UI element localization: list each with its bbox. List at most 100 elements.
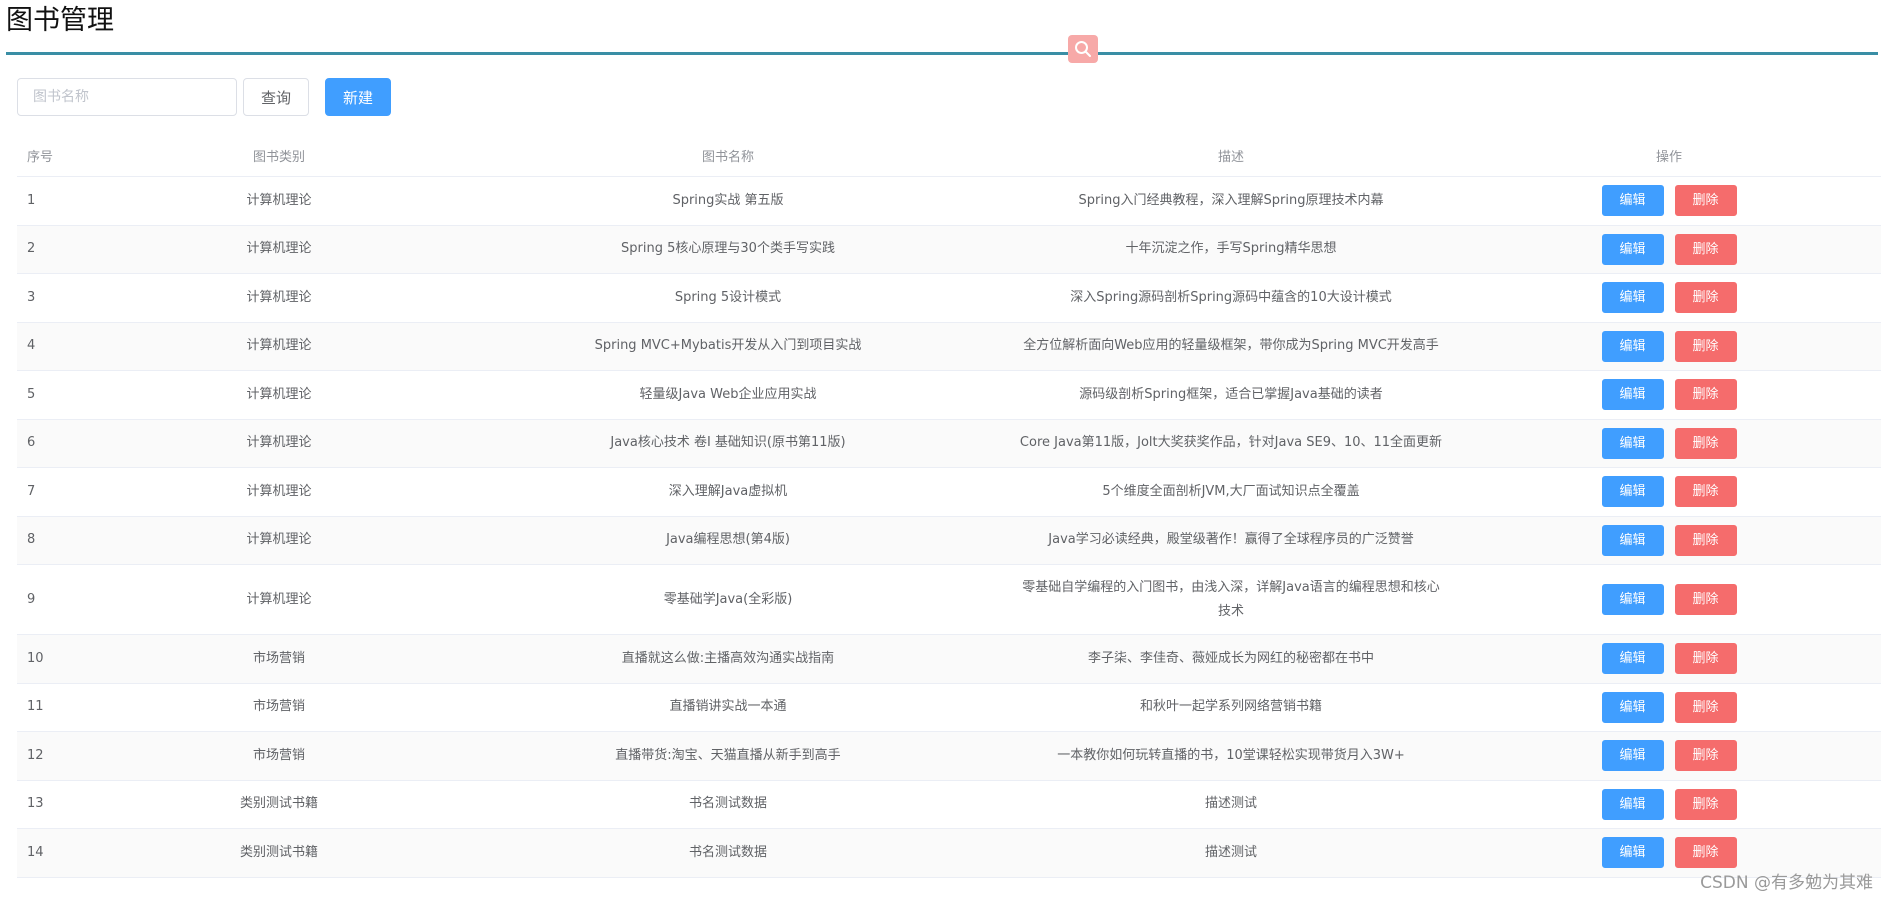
- edit-button[interactable]: 编辑: [1601, 282, 1664, 314]
- cell-book-name: 直播销讲实战一本通: [451, 683, 1005, 732]
- cell-actions: 编辑 删除: [1457, 683, 1881, 732]
- table-row: 6 计算机理论 Java核心技术 卷Ⅰ 基础知识(原书第11版) Core Java第…: [17, 419, 1881, 468]
- delete-button[interactable]: 删除: [1674, 379, 1737, 411]
- edit-button[interactable]: 编辑: [1601, 643, 1664, 675]
- cell-actions: 编辑 删除: [1457, 176, 1881, 226]
- cell-book-name: 深入理解Java虚拟机: [451, 467, 1005, 517]
- cell-book-name: Spring MVC+Mybatis开发从入门到项目实战: [451, 322, 1005, 371]
- cell-description: 零基础自学编程的入门图书，由浅入深，详解Java语言的编程思想和核心技术: [1005, 564, 1457, 635]
- cell-book-name: Spring 5设计模式: [451, 273, 1005, 323]
- cell-actions: 编辑 删除: [1457, 273, 1881, 323]
- cell-category: 计算机理论: [107, 176, 451, 226]
- cell-category: 市场营销: [107, 731, 451, 781]
- delete-button[interactable]: 删除: [1674, 233, 1737, 265]
- table-row: 12 市场营销 直播带货:淘宝、天猫直播从新手到高手 一本教你如何玩转直播的书，10堂…: [17, 731, 1881, 781]
- table-row: 4 计算机理论 Spring MVC+Mybatis开发从入门到项目实战 全方位解析面…: [17, 322, 1881, 371]
- edit-button[interactable]: 编辑: [1601, 524, 1664, 556]
- cell-book-name: 直播带货:淘宝、天猫直播从新手到高手: [451, 731, 1005, 781]
- delete-button[interactable]: 删除: [1674, 476, 1737, 508]
- cell-index: 10: [17, 634, 107, 684]
- cell-index: 12: [17, 731, 107, 781]
- cell-description: 5个维度全面剖析JVM,大厂面试知识点全覆盖: [1005, 467, 1457, 517]
- description-text: 和秋叶一起学系列网络营销书籍: [1139, 699, 1322, 715]
- edit-button[interactable]: 编辑: [1601, 379, 1664, 411]
- cell-description: 和秋叶一起学系列网络营销书籍: [1005, 683, 1457, 732]
- cell-index: 11: [17, 683, 107, 732]
- cell-index: 3: [17, 273, 107, 323]
- delete-button[interactable]: 删除: [1674, 185, 1737, 217]
- title-divider: [6, 52, 1878, 55]
- delete-button[interactable]: 删除: [1674, 740, 1737, 772]
- column-header-actions: 操作: [1457, 134, 1881, 177]
- delete-button[interactable]: 删除: [1674, 643, 1737, 675]
- floating-search-button[interactable]: [1068, 35, 1098, 63]
- table-row: 9 计算机理论 零基础学Java(全彩版) 零基础自学编程的入门图书，由浅入深，详解J…: [17, 564, 1881, 635]
- cell-category: 计算机理论: [107, 273, 451, 323]
- cell-book-name: Java核心技术 卷Ⅰ 基础知识(原书第11版): [451, 419, 1005, 468]
- edit-button[interactable]: 编辑: [1601, 476, 1664, 508]
- description-text: 描述测试: [1204, 796, 1257, 812]
- cell-description: 源码级剖析Spring框架，适合已掌握Java基础的读者: [1005, 370, 1457, 420]
- watermark: CSDN @有多勉为其难: [1700, 873, 1873, 893]
- cell-index: 14: [17, 828, 107, 878]
- query-button[interactable]: 查询: [243, 78, 309, 116]
- edit-button[interactable]: 编辑: [1601, 584, 1664, 615]
- edit-button[interactable]: 编辑: [1601, 691, 1664, 723]
- description-text: 5个维度全面剖析JVM,大厂面试知识点全覆盖: [1102, 483, 1360, 499]
- cell-category: 市场营销: [107, 683, 451, 732]
- delete-button[interactable]: 删除: [1674, 691, 1737, 723]
- cell-book-name: Spring 5核心原理与30个类手写实践: [451, 225, 1005, 274]
- delete-button[interactable]: 删除: [1674, 584, 1737, 615]
- cell-description: 十年沉淀之作，手写Spring精华思想: [1005, 225, 1457, 274]
- book-name-search-input[interactable]: [17, 78, 237, 116]
- edit-button[interactable]: 编辑: [1601, 330, 1664, 362]
- cell-actions: 编辑 删除: [1457, 322, 1881, 371]
- cell-index: 1: [17, 176, 107, 226]
- cell-actions: 编辑 删除: [1457, 467, 1881, 517]
- delete-button[interactable]: 删除: [1674, 524, 1737, 556]
- table-row: 7 计算机理论 深入理解Java虚拟机 5个维度全面剖析JVM,大厂面试知识点全覆盖 编…: [17, 467, 1881, 517]
- cell-description: Java学习必读经典，殿堂级著作！赢得了全球程序员的广泛赞誉: [1005, 516, 1457, 565]
- description-text: 深入Spring源码剖析Spring源码中蕴含的10大设计模式: [1070, 289, 1392, 305]
- edit-button[interactable]: 编辑: [1601, 740, 1664, 772]
- table-row: 5 计算机理论 轻量级Java Web企业应用实战 源码级剖析Spring框架，适合已…: [17, 370, 1881, 420]
- cell-index: 5: [17, 370, 107, 420]
- column-header-description: 描述: [1005, 134, 1457, 177]
- search-toolbar: 查询 新建: [17, 78, 391, 116]
- delete-button[interactable]: 删除: [1674, 282, 1737, 314]
- description-text: Java学习必读经典，殿堂级著作！赢得了全球程序员的广泛赞誉: [1048, 532, 1414, 548]
- cell-index: 6: [17, 419, 107, 468]
- cell-book-name: Spring实战 第五版: [451, 176, 1005, 226]
- cell-index: 7: [17, 467, 107, 517]
- cell-index: 9: [17, 564, 107, 635]
- column-header-category: 图书类别: [107, 134, 451, 177]
- delete-button[interactable]: 删除: [1674, 788, 1737, 820]
- cell-book-name: 轻量级Java Web企业应用实战: [451, 370, 1005, 420]
- table-row: 14 类别测试书籍 书名测试数据 描述测试 编辑 删除: [17, 828, 1881, 878]
- cell-category: 计算机理论: [107, 467, 451, 517]
- cell-actions: 编辑 删除: [1457, 731, 1881, 781]
- table-header-row: 序号 图书类别 图书名称 描述 操作: [17, 134, 1881, 177]
- cell-description: 全方位解析面向Web应用的轻量级框架，带你成为Spring MVC开发高手: [1005, 322, 1457, 371]
- table-row: 11 市场营销 直播销讲实战一本通 和秋叶一起学系列网络营销书籍 编辑 删除: [17, 683, 1881, 732]
- edit-button[interactable]: 编辑: [1601, 788, 1664, 820]
- edit-button[interactable]: 编辑: [1601, 185, 1664, 217]
- delete-button[interactable]: 删除: [1674, 837, 1737, 869]
- new-book-button[interactable]: 新建: [325, 78, 391, 116]
- delete-button[interactable]: 删除: [1674, 330, 1737, 362]
- table-row: 13 类别测试书籍 书名测试数据 描述测试 编辑 删除: [17, 780, 1881, 829]
- cell-actions: 编辑 删除: [1457, 370, 1881, 420]
- edit-button[interactable]: 编辑: [1601, 427, 1664, 459]
- cell-book-name: 零基础学Java(全彩版): [451, 564, 1005, 635]
- cell-description: 描述测试: [1005, 828, 1457, 878]
- edit-button[interactable]: 编辑: [1601, 837, 1664, 869]
- cell-index: 13: [17, 780, 107, 829]
- description-text: 描述测试: [1204, 844, 1257, 860]
- cell-category: 类别测试书籍: [107, 828, 451, 878]
- delete-button[interactable]: 删除: [1674, 427, 1737, 459]
- cell-index: 2: [17, 225, 107, 274]
- description-text: 十年沉淀之作，手写Spring精华思想: [1125, 241, 1337, 257]
- description-text: 源码级剖析Spring框架，适合已掌握Java基础的读者: [1079, 386, 1383, 402]
- column-header-index: 序号: [17, 134, 107, 177]
- edit-button[interactable]: 编辑: [1601, 233, 1664, 265]
